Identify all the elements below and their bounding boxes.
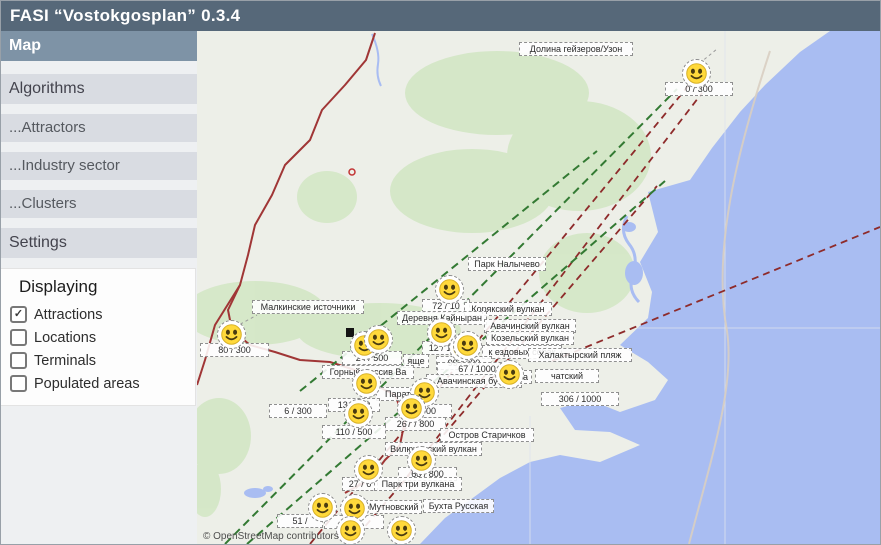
- smiley-icon: [356, 373, 377, 394]
- app-window: FASI “Vostokgosplan” 0.3.4 Map Algorithms…: [0, 0, 881, 545]
- checkbox-row-attractions[interactable]: Attractions: [1, 303, 195, 326]
- smiley-icon: [686, 63, 707, 84]
- attraction-marker[interactable]: [344, 399, 373, 428]
- sidebar-item-clusters[interactable]: ...Clusters: [1, 190, 197, 218]
- smiley-icon: [401, 398, 422, 419]
- smiley-icon: [340, 520, 361, 541]
- checkbox-icon[interactable]: [10, 352, 27, 369]
- checkbox-checked-icon[interactable]: [10, 306, 27, 323]
- attraction-marker[interactable]: [217, 320, 246, 349]
- attraction-marker[interactable]: [364, 325, 393, 354]
- attraction-marker[interactable]: [435, 275, 464, 304]
- map-label: Халактырский пляж: [528, 348, 632, 362]
- poi-dot: [349, 169, 355, 175]
- attraction-marker[interactable]: [308, 493, 337, 522]
- attraction-marker[interactable]: [354, 455, 383, 484]
- smiley-icon: [221, 324, 242, 345]
- sidebar-items: Map Algorithms ...Attractors ...Industry se…: [1, 31, 197, 258]
- checkbox-row-locations[interactable]: Locations: [1, 326, 195, 349]
- checkbox-label: Terminals: [34, 353, 96, 369]
- checkbox-row-populated-areas[interactable]: Populated areas: [1, 372, 195, 395]
- map-label: чатский: [535, 369, 599, 383]
- attraction-marker[interactable]: [387, 516, 416, 544]
- map-label: Долина гейзеров/Узон: [519, 42, 633, 56]
- sidebar-item-algorithms[interactable]: Algorithms: [1, 74, 197, 104]
- app-title: FASI “Vostokgosplan” 0.3.4: [1, 1, 880, 31]
- smiley-icon: [439, 279, 460, 300]
- map-label: Мутновский: [365, 500, 422, 514]
- sidebar-item-settings[interactable]: Settings: [1, 228, 197, 258]
- sidebar-item-industry-sector[interactable]: ...Industry sector: [1, 152, 197, 180]
- smiley-icon: [391, 520, 412, 541]
- map-surface[interactable]: © OpenStreetMap contributors Долина гейз…: [197, 31, 880, 544]
- map-label: Бухта Русская: [423, 499, 494, 513]
- displaying-panel: Displaying Attractions Locations Terminals…: [1, 268, 196, 406]
- checkbox-icon[interactable]: [10, 329, 27, 346]
- map-label: Парк три вулкана: [374, 477, 462, 491]
- smiley-icon: [457, 335, 478, 356]
- checkbox-icon[interactable]: [10, 375, 27, 392]
- attraction-marker[interactable]: [453, 331, 482, 360]
- sidebar: Map Algorithms ...Attractors ...Industry se…: [1, 31, 197, 544]
- smiley-icon: [499, 364, 520, 385]
- attraction-marker[interactable]: [682, 59, 711, 88]
- checkbox-label: Attractions: [34, 307, 103, 323]
- smiley-icon: [368, 329, 389, 350]
- map-base-layer: [197, 31, 880, 544]
- attraction-marker[interactable]: [495, 360, 524, 389]
- displaying-options: Attractions Locations Terminals Populated a…: [1, 303, 195, 395]
- map-label: Парк Налычево: [468, 257, 546, 271]
- attraction-marker[interactable]: [352, 369, 381, 398]
- map-label: Малкинские источники: [252, 300, 364, 314]
- smiley-icon: [348, 403, 369, 424]
- attraction-marker[interactable]: [336, 516, 365, 544]
- sidebar-item-attractors[interactable]: ...Attractors: [1, 114, 197, 142]
- map-label: Остров Старичков: [440, 428, 534, 442]
- map-label: Козельский вулкан: [486, 331, 574, 345]
- smiley-icon: [431, 322, 452, 343]
- smiley-icon: [411, 450, 432, 471]
- map-label: 6 / 300: [269, 404, 327, 418]
- attraction-marker[interactable]: [397, 394, 426, 423]
- sidebar-item-map[interactable]: Map: [1, 31, 197, 61]
- checkbox-row-terminals[interactable]: Terminals: [1, 349, 195, 372]
- checkbox-label: Locations: [34, 330, 96, 346]
- smiley-icon: [312, 497, 333, 518]
- map-label: 306 / 1000: [541, 392, 619, 406]
- checkbox-label: Populated areas: [34, 376, 140, 392]
- map-attribution: © OpenStreetMap contributors: [203, 531, 339, 542]
- attraction-marker[interactable]: [407, 446, 436, 475]
- displaying-title: Displaying: [1, 274, 195, 303]
- smiley-icon: [358, 459, 379, 480]
